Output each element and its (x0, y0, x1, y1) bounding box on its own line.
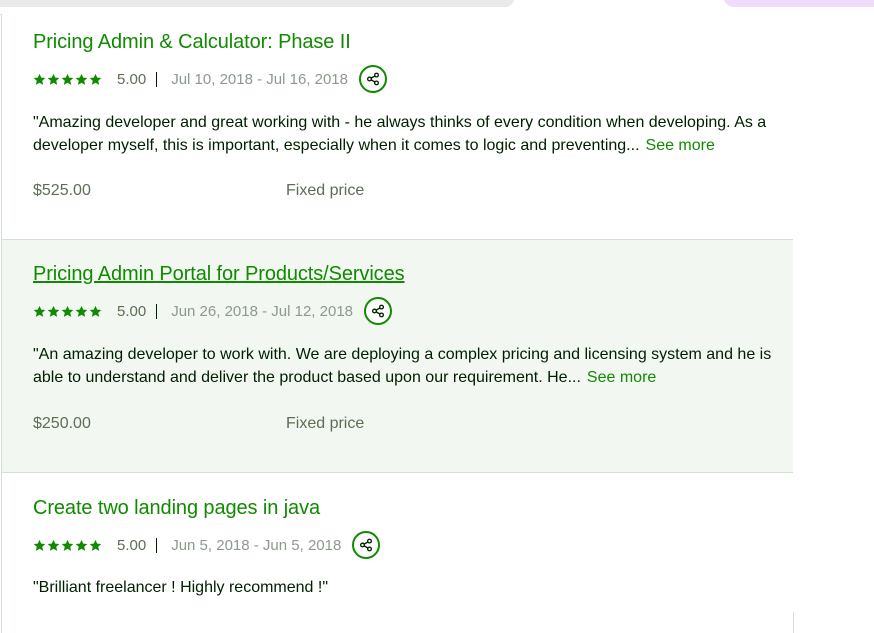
star-icon (61, 73, 74, 85)
star-icon (75, 539, 88, 551)
job-price: $250.00 (33, 415, 91, 432)
star-icon (33, 73, 46, 85)
price-type: Fixed price (286, 415, 365, 432)
rating-value: 5.00 (117, 536, 147, 554)
share-button[interactable] (359, 65, 387, 93)
job-meta: 5.00 Jul 10, 2018 - Jul 16, 2018 (33, 63, 387, 95)
star-icon (33, 539, 46, 551)
star-icon (47, 73, 60, 85)
share-icon (372, 304, 385, 318)
job-card: Pricing Admin Portal for Products/Servic… (2, 240, 793, 473)
job-dates: Jun 5, 2018 - Jun 5, 2018 (171, 536, 342, 554)
review-text: "Amazing developer and great working wit… (33, 111, 773, 157)
star-icon (33, 305, 46, 317)
job-card: Create two landing pages in java 5.00 Ju… (2, 473, 793, 633)
star-icon (47, 539, 60, 551)
review-body: "Brilliant freelancer ! Highly recommend… (33, 579, 329, 596)
top-bar (0, 0, 874, 15)
work-history-list: Pricing Admin & Calculator: Phase II 5.0… (1, 14, 794, 633)
job-meta: 5.00 Jun 26, 2018 - Jul 12, 2018 (33, 295, 393, 327)
job-dates: Jul 10, 2018 - Jul 16, 2018 (171, 70, 348, 88)
share-icon (360, 538, 373, 552)
job-title-link[interactable]: Pricing Admin Portal for Products/Servic… (33, 263, 405, 286)
review-text: "An amazing developer to work with. We a… (33, 343, 773, 389)
price-type: Fixed price (286, 182, 365, 199)
rating-value: 5.00 (117, 70, 147, 88)
star-rating (33, 539, 102, 552)
see-more-link[interactable]: See more (587, 369, 656, 386)
review-body: "An amazing developer to work with. We a… (33, 346, 772, 386)
star-rating (33, 73, 102, 86)
star-rating (33, 305, 102, 318)
sidebar-gap (793, 14, 874, 612)
star-icon (89, 305, 102, 317)
star-icon (89, 73, 102, 85)
promo-button[interactable] (724, 0, 874, 7)
job-title-link[interactable]: Pricing Admin & Calculator: Phase II (33, 31, 351, 54)
divider (156, 537, 158, 553)
star-icon (47, 305, 60, 317)
job-title-link[interactable]: Create two landing pages in java (33, 497, 320, 520)
see-more-link[interactable]: See more (646, 137, 715, 154)
share-icon (367, 72, 379, 86)
divider (156, 303, 158, 319)
job-price: $525.00 (33, 182, 91, 199)
star-icon (75, 305, 88, 317)
divider (156, 71, 158, 87)
job-dates: Jun 26, 2018 - Jul 12, 2018 (171, 302, 354, 320)
job-meta: 5.00 Jun 5, 2018 - Jun 5, 2018 (33, 529, 381, 561)
rating-value: 5.00 (117, 302, 147, 320)
star-icon (75, 73, 88, 85)
share-button[interactable] (364, 297, 393, 325)
share-button[interactable] (352, 531, 381, 559)
review-text: "Brilliant freelancer ! Highly recommend… (33, 576, 773, 599)
star-icon (61, 305, 74, 317)
search-bar[interactable] (0, 0, 514, 7)
job-card: Pricing Admin & Calculator: Phase II 5.0… (2, 14, 793, 240)
star-icon (61, 539, 74, 551)
star-icon (89, 539, 102, 551)
